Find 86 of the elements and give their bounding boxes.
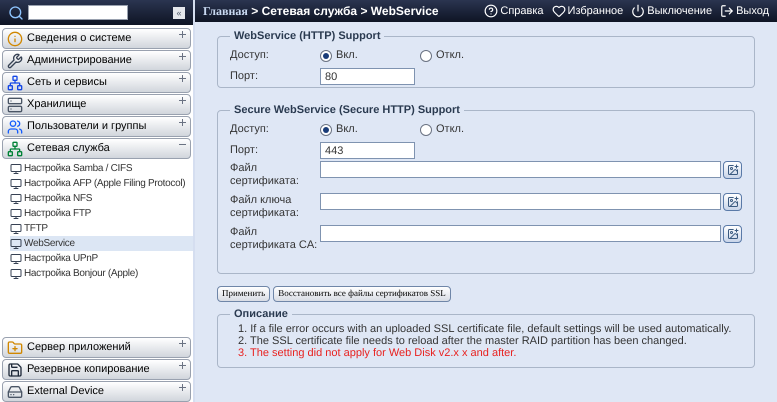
users-icon — [7, 118, 23, 134]
home-link[interactable]: Главная — [203, 4, 248, 18]
tree-item[interactable]: Настройка FTP — [10, 206, 193, 221]
tree-item[interactable]: Настройка AFP (Apple Filing Protocol) — [10, 176, 193, 191]
field-label: Порт: — [230, 143, 259, 158]
header-action[interactable]: Выход — [720, 2, 769, 20]
port-field[interactable]: 80 — [320, 68, 415, 85]
heart-icon — [552, 4, 566, 18]
tree-item[interactable]: Настройка Bonjour (Apple) — [10, 266, 193, 281]
plus-icon — [179, 362, 186, 369]
radio-button[interactable]: Откл. — [420, 121, 520, 138]
radio-button[interactable]: Вкл. — [320, 121, 420, 138]
help-icon — [484, 4, 498, 18]
menu-section[interactable]: Сервер приложений — [2, 337, 191, 358]
service-icon — [10, 162, 22, 174]
collapse-button[interactable]: « — [173, 6, 185, 18]
tree-item[interactable]: Настройка UPnP — [10, 251, 193, 266]
menu-section[interactable]: Пользователи и группы — [2, 116, 191, 137]
group-title: WebService (HTTP) Support — [233, 29, 382, 44]
field-label: Файл сертификата CA: — [230, 224, 318, 252]
menu-section[interactable]: Сеть и сервисы — [2, 72, 191, 93]
field-label: Файл ключа сертификата: — [230, 192, 300, 220]
radio-button[interactable]: Вкл. — [320, 47, 420, 64]
menu-section[interactable]: Сетевая служба — [2, 138, 191, 159]
file-field[interactable] — [320, 192, 721, 210]
radio-button[interactable]: Откл. — [420, 47, 520, 64]
menu-section[interactable]: Хранилище — [2, 94, 191, 115]
info-icon — [7, 30, 23, 46]
server-icon — [7, 96, 23, 112]
action-button[interactable]: Восстановить все файлы сертификатов SSL — [273, 286, 451, 302]
search-icon — [8, 4, 24, 20]
group-title: Описание — [233, 307, 289, 322]
header-action[interactable]: Выключение — [631, 2, 712, 20]
breadcrumb: Главная > Сетевая служба > WebService — [203, 3, 439, 20]
minus-icon — [179, 141, 186, 148]
field-label: Доступ: — [230, 48, 270, 64]
service-icon — [10, 252, 22, 264]
menu-section[interactable]: Администрирование — [2, 50, 191, 71]
search-field[interactable] — [28, 5, 128, 20]
note-text: 3. The setting did not apply for Web Disk v2.x x and after. — [237, 346, 518, 358]
browse-button[interactable] — [723, 224, 742, 242]
plus-icon — [179, 31, 186, 38]
plus-icon — [179, 75, 186, 82]
service-icon — [10, 222, 22, 234]
service-icon — [10, 238, 22, 250]
service-icon — [10, 178, 22, 190]
plus-icon — [179, 97, 186, 104]
service-icon — [10, 192, 22, 204]
note-text: 1. If a file error occurs with an uploaded SSL certificate file, default settings will be used automatically. — [237, 322, 732, 334]
file-add-icon — [726, 164, 738, 176]
field-label: Доступ: — [230, 122, 270, 138]
header-action[interactable]: Избранное — [552, 2, 624, 20]
file-field[interactable] — [320, 160, 721, 178]
menu-section[interactable]: Резервное копирование — [2, 359, 191, 380]
note-text: 2. The SSL certificate file needs to reload after the master RAID partition has been changed. — [237, 334, 688, 346]
group-title: Secure WebService (Secure HTTP) Support — [233, 103, 461, 118]
wrench-icon — [7, 52, 23, 68]
network-icon — [7, 74, 23, 90]
browse-button[interactable] — [723, 192, 742, 210]
plus-icon — [179, 119, 186, 126]
power-icon — [631, 4, 646, 18]
file-add-icon — [726, 196, 738, 208]
service-icon — [10, 208, 22, 220]
browse-button[interactable] — [723, 160, 742, 178]
port-field[interactable]: 443 — [320, 142, 415, 159]
tree-item[interactable]: Настройка Samba / CIFS — [10, 161, 193, 176]
plus-icon — [179, 340, 186, 347]
plus-icon — [179, 384, 186, 391]
plus-icon — [179, 53, 186, 60]
action-button[interactable]: Применить — [217, 286, 270, 302]
menu-section[interactable]: External Device — [2, 381, 191, 402]
network-icon — [7, 140, 23, 156]
folder-icon — [7, 340, 23, 356]
header-action[interactable]: Справка — [484, 2, 544, 20]
file-add-icon — [726, 228, 738, 240]
tree-item[interactable]: WebService — [10, 236, 193, 251]
service-icon — [10, 268, 22, 280]
file-field[interactable] — [320, 224, 721, 242]
field-label: Порт: — [230, 69, 259, 84]
tree-item[interactable]: Настройка NFS — [10, 191, 193, 206]
menu-section[interactable]: Сведения о системе — [2, 28, 191, 49]
logout-icon — [720, 4, 734, 18]
drive-icon — [7, 384, 23, 400]
field-label: Файл сертификата: — [230, 160, 300, 188]
tree-item[interactable]: TFTP — [10, 221, 193, 236]
floppy-icon — [7, 362, 23, 378]
